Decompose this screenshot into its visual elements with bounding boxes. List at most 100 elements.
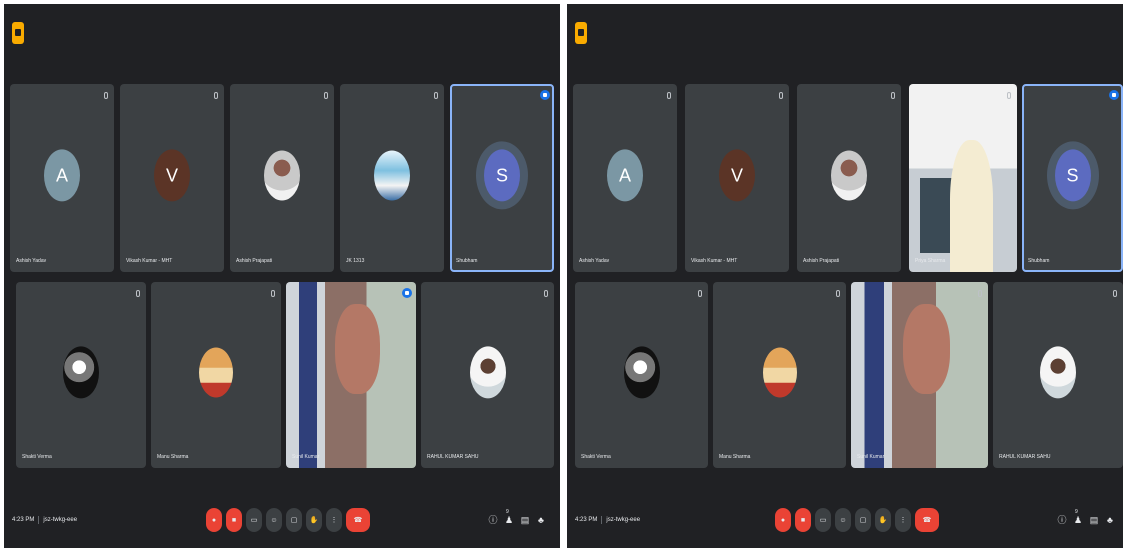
mic-muted-icon [214,92,218,99]
activities-icon[interactable]: ♣ [536,514,546,526]
participant-name: JK 1313 [346,258,365,264]
info-icon[interactable]: ⓘ [1057,514,1067,526]
avatar [762,347,797,398]
speaking-indicator-icon [540,90,550,100]
mic-muted-icon [1113,290,1117,297]
avatar: A [607,149,643,202]
avatar [63,346,99,399]
raise-hand-icon[interactable]: ✋ [875,508,891,532]
participant-name: Priya Sharma [915,258,946,264]
participant-name: Shubham [1028,258,1050,264]
present-icon[interactable]: ▢ [286,508,302,532]
participant-name: Sunil Kumar [857,454,885,460]
participant-tile[interactable]: JK 1313 [340,84,444,272]
participant-name: Shakti Verma [22,454,52,460]
meeting-code: jsz-twkg-eee [606,517,641,523]
more-icon[interactable]: ⋮ [895,508,911,532]
mic-muted-icon [779,92,783,99]
participant-tile[interactable]: Manu Sharma [151,282,281,468]
participant-tile-active[interactable]: S Shubham [450,84,554,272]
end-call-icon[interactable]: ☎ [346,508,370,532]
avatar [831,150,867,201]
meeting-details: 4:23 PM jsz-twkg-eee [575,516,640,524]
avatar: S [484,149,520,202]
mic-muted-icon [104,92,108,99]
participant-tile[interactable]: V Vikash Kumar - MHT [120,84,224,272]
end-call-icon[interactable]: ☎ [915,508,939,532]
mic-icon[interactable]: ● [775,508,791,532]
mic-muted-icon [891,92,895,99]
participant-tile[interactable]: RAHUL KUMAR SAHU [421,282,554,468]
side-controls: ⓘ 9 ♟ ▤ ♣ [1057,509,1115,526]
mic-muted-icon [698,290,702,297]
avatar [1040,346,1076,399]
divider [38,516,40,524]
mic-muted-icon [271,290,275,297]
participant-video-tile[interactable]: Priya Sharma [909,84,1017,272]
people-icon[interactable]: 9 ♟ [504,509,514,526]
meet-logo-icon [12,22,24,44]
avatar [623,346,660,399]
participant-tile[interactable]: Ashish Prajapati [797,84,901,272]
meeting-time: 4:23 PM [575,517,598,523]
meeting-window-right: A Ashish Yadav V Vikash Kumar - MHT Ashi… [567,4,1123,548]
participant-tile-active[interactable]: S Shubham [1022,84,1123,272]
avatar: S [1054,149,1091,202]
mic-muted-icon [978,290,982,297]
mic-muted-icon [667,92,671,99]
captions-icon[interactable]: ▭ [246,508,262,532]
camera-icon[interactable]: ■ [795,508,811,532]
people-icon[interactable]: 9 ♟ [1073,509,1083,526]
participant-tile[interactable]: A Ashish Yadav [10,84,114,272]
control-bar: 4:23 PM jsz-twkg-eee ● ■ ▭ ☺ ▢ ✋ ⋮ ☎ ⓘ 9… [567,496,1123,548]
participant-count-badge: 9 [1075,509,1078,515]
chat-icon[interactable]: ▤ [520,514,530,526]
info-icon[interactable]: ⓘ [488,514,498,526]
mic-muted-icon [136,290,140,297]
more-icon[interactable]: ⋮ [326,508,342,532]
participant-video [909,84,1017,272]
participant-tile[interactable]: Shakti Verma [16,282,146,468]
participant-name: Ashish Prajapati [236,258,273,264]
meeting-code: jsz-twkg-eee [43,517,78,523]
chat-icon[interactable]: ▤ [1089,514,1099,526]
participant-name: Manu Sharma [157,454,189,460]
participant-tile[interactable]: A Ashish Yadav [573,84,677,272]
meeting-time: 4:23 PM [12,517,35,523]
participant-name: Sunil Kumar [292,454,320,460]
participant-name: Shubham [456,258,478,264]
mic-muted-icon [544,290,548,297]
side-controls: ⓘ 9 ♟ ▤ ♣ [488,509,546,526]
participant-tile[interactable]: Manu Sharma [713,282,846,468]
participant-tile[interactable]: Shakti Verma [575,282,708,468]
captions-icon[interactable]: ▭ [815,508,831,532]
meeting-details: 4:23 PM jsz-twkg-eee [12,516,77,524]
participant-name: Ashish Prajapati [803,258,840,264]
present-icon[interactable]: ▢ [855,508,871,532]
activities-icon[interactable]: ♣ [1105,514,1115,526]
participant-tile[interactable]: Ashish Prajapati [230,84,334,272]
camera-icon[interactable]: ■ [226,508,242,532]
divider [601,516,603,524]
participant-name: RAHUL KUMAR SAHU [427,454,479,460]
participant-name: Vikash Kumar - MHT [126,258,173,264]
mic-muted-icon [434,92,438,99]
meeting-window-left: A Ashish Yadav V Vikash Kumar - MHT Ashi… [4,4,560,548]
avatar: V [154,149,190,202]
emoji-icon[interactable]: ☺ [835,508,851,532]
raise-hand-icon[interactable]: ✋ [306,508,322,532]
participant-name: Ashish Yadav [579,258,610,264]
meet-logo-icon [575,22,587,44]
mic-muted-icon [324,92,328,99]
control-bar: 4:23 PM jsz-twkg-eee ● ■ ▭ ☺ ▢ ✋ ⋮ ☎ ⓘ 9… [4,496,560,548]
participant-tile[interactable]: RAHUL KUMAR SAHU [993,282,1123,468]
participant-video-tile[interactable]: Sunil Kumar [286,282,416,468]
participant-tile[interactable]: V Vikash Kumar - MHT [685,84,789,272]
participant-name: Shakti Verma [581,454,611,460]
call-controls: ● ■ ▭ ☺ ▢ ✋ ⋮ ☎ [206,508,370,532]
participant-video-tile[interactable]: Sunil Kumar [851,282,988,468]
participant-video [851,282,988,468]
participant-video [286,282,416,468]
emoji-icon[interactable]: ☺ [266,508,282,532]
mic-icon[interactable]: ● [206,508,222,532]
